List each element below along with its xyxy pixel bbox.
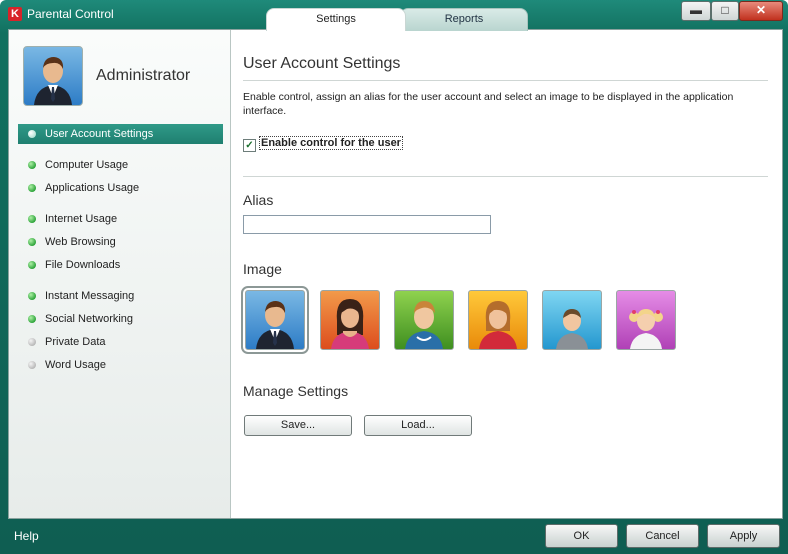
- sidebar-item-label: Private Data: [45, 336, 106, 348]
- sidebar-item-label: Instant Messaging: [45, 290, 135, 302]
- enable-control-label[interactable]: Enable control for the user: [259, 136, 403, 150]
- page-title: User Account Settings: [243, 55, 401, 72]
- status-dot-icon: [28, 292, 36, 300]
- sidebar-item-instant-messaging[interactable]: Instant Messaging: [18, 286, 223, 306]
- status-dot-icon: [28, 361, 36, 369]
- load-button[interactable]: Load...: [364, 415, 472, 436]
- sidebar-item-label: Word Usage: [45, 359, 106, 371]
- sidebar-item-private-data[interactable]: Private Data: [18, 332, 223, 352]
- businessman-avatar-icon: [34, 57, 72, 105]
- status-dot-icon: [28, 215, 36, 223]
- kaspersky-logo-icon: K: [8, 7, 22, 21]
- status-dot-icon: [28, 315, 36, 323]
- minimize-button[interactable]: ▬: [681, 1, 711, 21]
- girl-avatar-icon: [479, 301, 517, 349]
- sidebar-item-web-browsing[interactable]: Web Browsing: [18, 232, 223, 252]
- tab-reports[interactable]: Reports: [400, 8, 528, 31]
- cancel-button[interactable]: Cancel: [626, 524, 699, 548]
- save-button[interactable]: Save...: [244, 415, 352, 436]
- status-dot-icon: [28, 338, 36, 346]
- status-dot-icon: [28, 161, 36, 169]
- avatar-option-girl-pigtails[interactable]: [616, 290, 676, 350]
- avatar-option-woman[interactable]: [320, 290, 380, 350]
- alias-heading: Alias: [243, 192, 274, 208]
- close-button[interactable]: ✕: [739, 1, 783, 21]
- sidebar-item-label: Computer Usage: [45, 159, 129, 171]
- sidebar-item-label: User Account Settings: [45, 128, 154, 140]
- divider: [243, 176, 768, 177]
- businessman-avatar-icon: [256, 301, 294, 349]
- sidebar-item-word-usage[interactable]: Word Usage: [18, 355, 223, 375]
- woman-avatar-icon: [331, 299, 369, 349]
- avatar-option-girl[interactable]: [468, 290, 528, 350]
- description-text: Enable control, assign an alias for the …: [243, 91, 734, 117]
- sidebar-item-label: File Downloads: [45, 259, 121, 271]
- help-link[interactable]: Help: [14, 529, 39, 543]
- sidebar-item-computer-usage[interactable]: Computer Usage: [18, 155, 223, 175]
- status-dot-icon: [28, 261, 36, 269]
- ok-button[interactable]: OK: [545, 524, 618, 548]
- image-heading: Image: [243, 261, 282, 277]
- tab-settings[interactable]: Settings: [266, 8, 406, 31]
- parental-control-window: K Parental Control Settings Reports ▬ □ …: [0, 0, 788, 554]
- apply-button[interactable]: Apply: [707, 524, 780, 548]
- avatar-option-child[interactable]: [542, 290, 602, 350]
- sidebar-item-applications-usage[interactable]: Applications Usage: [18, 178, 223, 198]
- content-frame: Administrator User Account Settings Comp…: [8, 29, 783, 519]
- sidebar-item-user-account-settings[interactable]: User Account Settings: [18, 124, 223, 144]
- sidebar-item-file-downloads[interactable]: File Downloads: [18, 255, 223, 275]
- main-pane: User Account Settings Enable control, as…: [231, 30, 782, 518]
- avatar-option-boy[interactable]: [394, 290, 454, 350]
- divider: [243, 80, 768, 81]
- title-bar: K Parental Control Settings Reports ▬ □ …: [0, 0, 788, 31]
- user-avatar: [23, 46, 83, 106]
- sidebar-item-label: Web Browsing: [45, 236, 116, 248]
- sidebar-item-social-networking[interactable]: Social Networking: [18, 309, 223, 329]
- girl-pigtails-avatar-icon: [629, 309, 663, 349]
- sidebar: Administrator User Account Settings Comp…: [9, 30, 231, 518]
- status-dot-icon: [28, 184, 36, 192]
- window-title: Parental Control: [27, 7, 114, 21]
- alias-input[interactable]: [243, 215, 491, 234]
- avatar-option-businessman[interactable]: [241, 286, 309, 354]
- sidebar-item-internet-usage[interactable]: Internet Usage: [18, 209, 223, 229]
- sidebar-item-label: Internet Usage: [45, 213, 118, 225]
- status-dot-icon: [28, 238, 36, 246]
- manage-settings-heading: Manage Settings: [243, 383, 349, 399]
- child-avatar-icon: [556, 309, 588, 349]
- user-name: Administrator: [96, 67, 191, 84]
- maximize-button[interactable]: □: [711, 1, 739, 21]
- sidebar-item-label: Applications Usage: [45, 182, 140, 194]
- enable-control-checkbox[interactable]: ✓: [243, 139, 256, 152]
- boy-avatar-icon: [405, 301, 443, 349]
- sidebar-item-label: Social Networking: [45, 313, 134, 325]
- status-dot-icon: [28, 130, 36, 138]
